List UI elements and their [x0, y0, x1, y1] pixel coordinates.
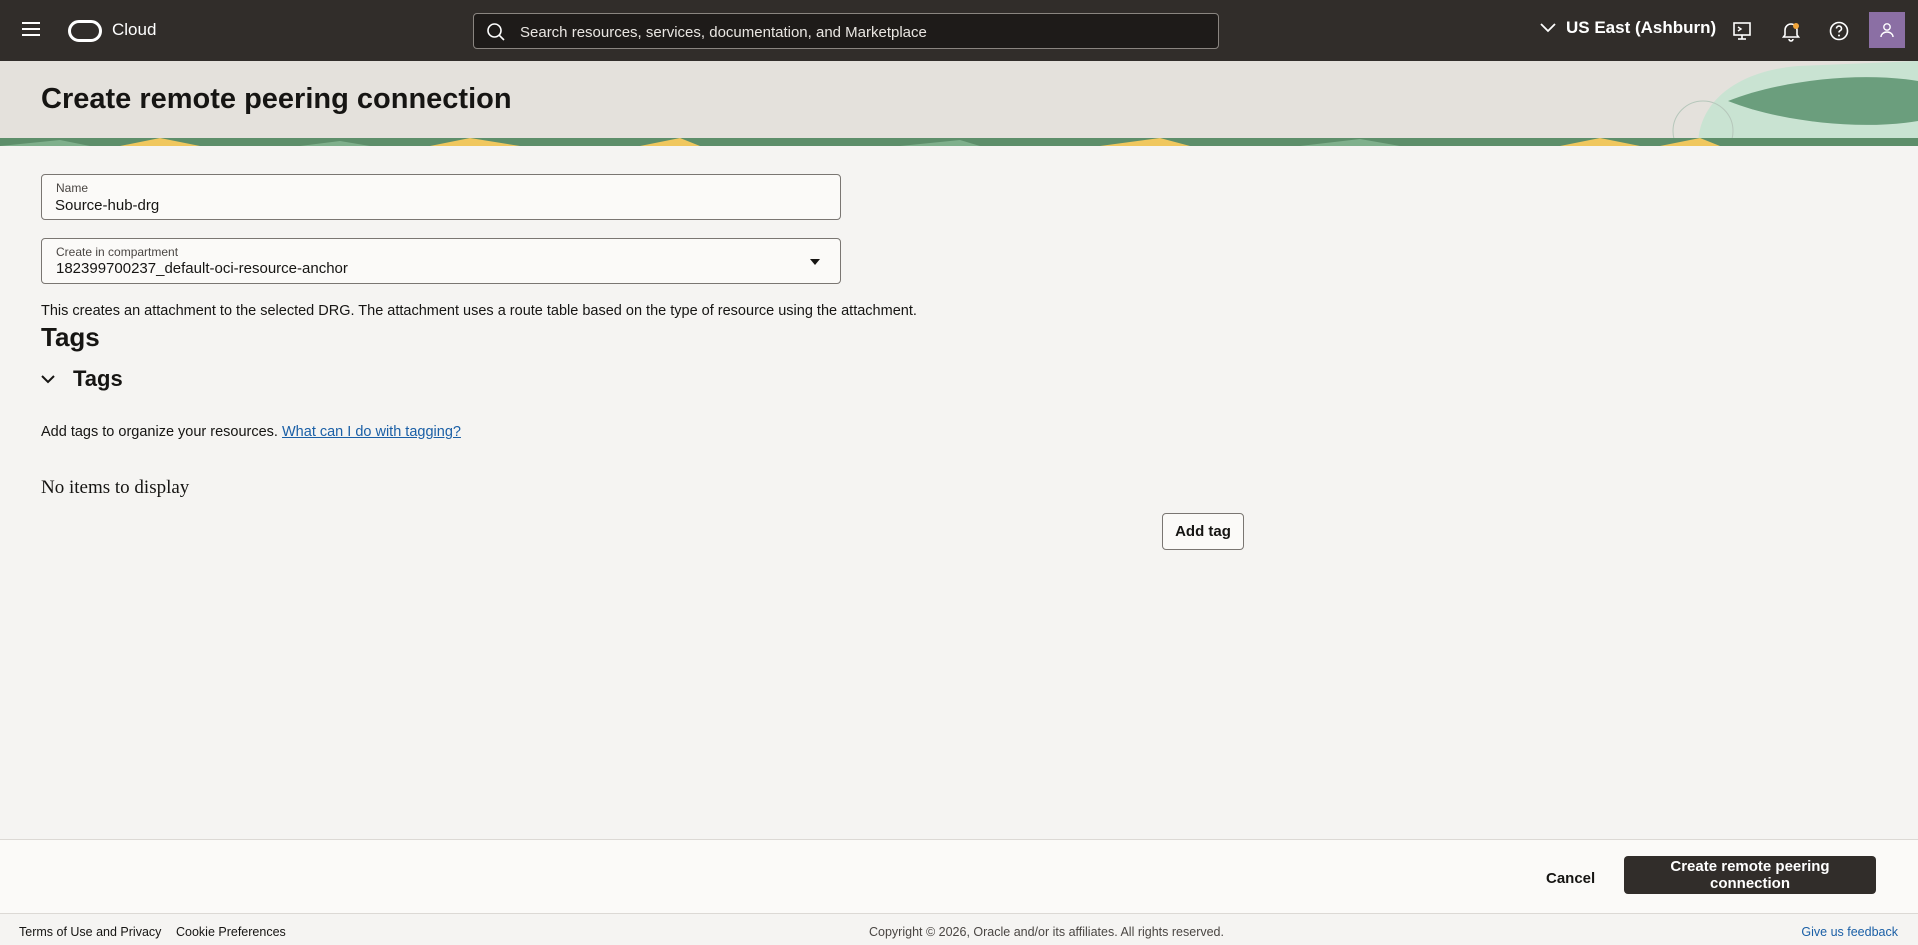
empty-state: No items to display [41, 477, 190, 498]
page-header: Create remote peering connection [0, 61, 1918, 146]
help-icon[interactable] [1827, 19, 1851, 43]
tags-heading: Tags [41, 322, 100, 352]
copyright-text: Copyright © 2026, Oracle and/or its affi… [869, 925, 1224, 939]
oracle-logo[interactable] [68, 20, 102, 42]
cloud-shell-icon[interactable] [1730, 19, 1754, 43]
header-decoration [1672, 61, 1918, 146]
add-tag-button[interactable]: Add tag [1162, 513, 1244, 550]
header-pattern-strip [0, 138, 1918, 146]
region-selector[interactable]: US East (Ashburn) [1540, 18, 1716, 38]
chevron-down-icon [41, 374, 55, 383]
tags-help: Add tags to organize your resources. Wha… [41, 424, 461, 440]
compartment-label: Create in compartment [56, 245, 179, 259]
terms-link[interactable]: Terms of Use and Privacy [19, 925, 161, 939]
search-input[interactable] [518, 14, 1212, 50]
footer: Terms of Use and Privacy Cookie Preferen… [0, 913, 1918, 945]
compartment-select[interactable]: Create in compartment 182399700237_defau… [41, 238, 841, 284]
page-title: Create remote peering connection [41, 83, 512, 115]
name-input[interactable] [55, 195, 825, 215]
search-icon [487, 23, 505, 41]
chevron-down-icon [1540, 23, 1556, 33]
create-remote-peering-connection-button[interactable]: Create remote peering connection [1624, 856, 1876, 894]
region-label: US East (Ashburn) [1566, 18, 1717, 37]
bell-icon[interactable] [1779, 19, 1803, 43]
attachment-description: This creates an attachment to the select… [41, 303, 917, 319]
caret-down-icon[interactable] [810, 259, 820, 265]
tags-section-toggle[interactable]: Tags [41, 366, 123, 392]
name-field[interactable]: Name [41, 174, 841, 220]
top-navigation-bar: Cloud US East (Ashburn) [0, 0, 1918, 61]
action-bar: Cancel Create remote peering connection [0, 839, 1918, 914]
menu-icon[interactable] [22, 22, 40, 38]
name-label: Name [56, 181, 89, 195]
compartment-value: 182399700237_default-oci-resource-anchor [56, 260, 348, 277]
feedback-link[interactable]: Give us feedback [1801, 925, 1898, 939]
user-avatar[interactable] [1869, 12, 1905, 48]
search-box[interactable] [473, 13, 1219, 50]
tags-help-text: Add tags to organize your resources. [41, 424, 278, 440]
user-icon [1880, 23, 1894, 38]
brand-name[interactable]: Cloud [112, 20, 156, 40]
tags-section-title: Tags [73, 366, 123, 391]
cancel-button[interactable]: Cancel [1534, 859, 1607, 897]
tagging-help-link[interactable]: What can I do with tagging? [282, 424, 461, 440]
cookie-preferences-link[interactable]: Cookie Preferences [176, 925, 286, 939]
